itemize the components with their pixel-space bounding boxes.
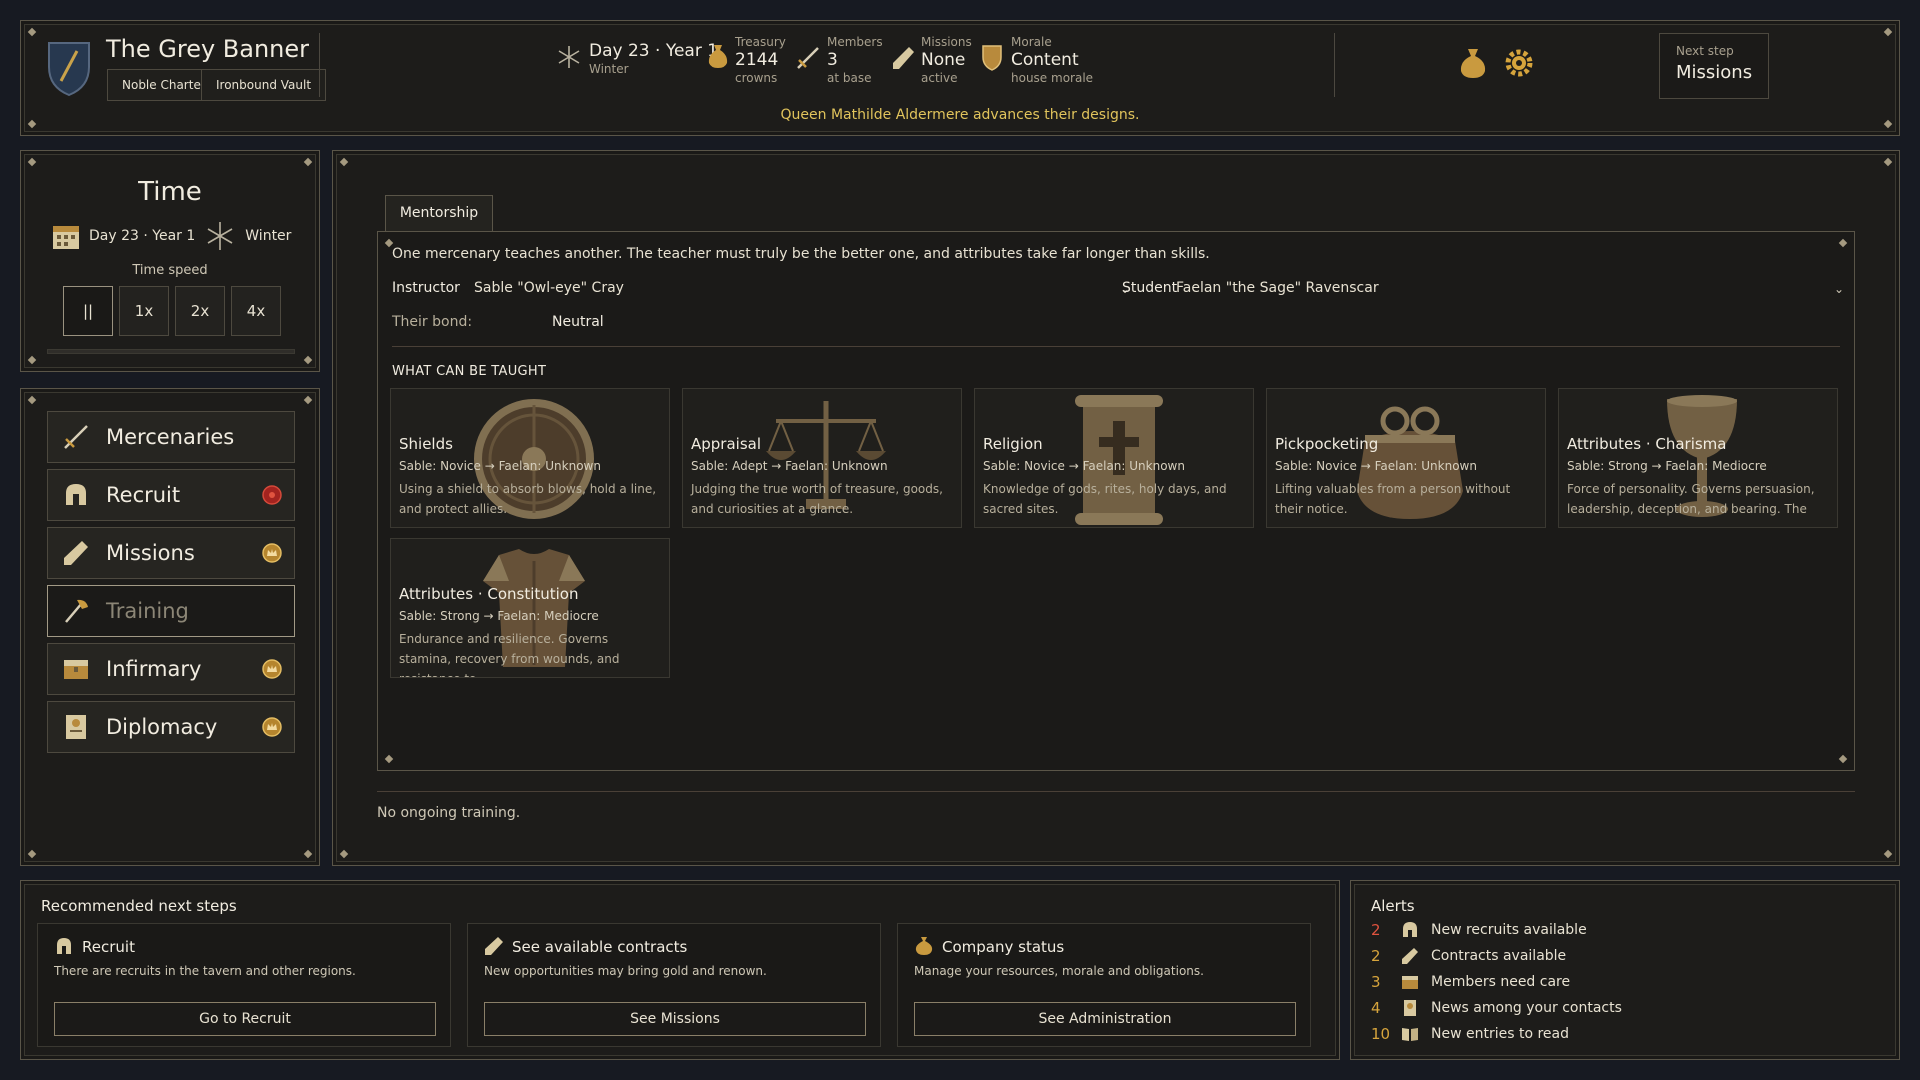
nav-panel: Mercenaries Recruit Missions Training In… <box>20 388 320 866</box>
bond-value: Neutral <box>552 314 604 330</box>
chevron-down-icon[interactable]: ⌄ <box>1834 282 1844 296</box>
scroll-icon <box>893 47 914 69</box>
alerts-title: Alerts <box>1371 897 1415 915</box>
main-panel: Mentorship One mercenary teaches another… <box>332 150 1900 866</box>
skill-card-shields[interactable]: Shields Sable: Novice → Faelan: Unknown … <box>390 388 670 528</box>
skill-card-religion[interactable]: Religion Sable: Novice → Faelan: Unknown… <box>974 388 1254 528</box>
tab-mentorship[interactable]: Mentorship <box>385 195 493 231</box>
nav-item-mercenaries[interactable]: Mercenaries <box>47 411 295 463</box>
announcement-text: Queen Mathilde Aldermere advances their … <box>780 107 1140 123</box>
book-icon <box>1402 1028 1418 1041</box>
nav-item-diplomacy[interactable]: Diplomacy <box>47 701 295 753</box>
top-bar: The Grey Banner Noble Charter Ironbound … <box>20 20 1900 136</box>
alert-badge-icon <box>262 485 282 505</box>
time-panel: Time Day 23 · Year 1 Winter Time speed |… <box>20 150 320 372</box>
nav-item-label: Infirmary <box>106 657 202 681</box>
speed-2x-button[interactable]: 2x <box>175 286 225 336</box>
sword-icon <box>797 47 819 69</box>
badge-ironbound-vault[interactable]: Ironbound Vault <box>201 69 327 101</box>
letter-icon <box>66 715 86 739</box>
speed-1x-button[interactable]: 1x <box>119 286 169 336</box>
scroll-icon <box>485 937 503 955</box>
no-training-text: No ongoing training. <box>377 805 521 821</box>
helmet-icon <box>57 938 71 954</box>
nav-item-label: Diplomacy <box>106 715 218 739</box>
calendar-icon <box>53 226 79 249</box>
skill-card-appraisal[interactable]: Appraisal Sable: Adept → Faelan: Unknown… <box>682 388 962 528</box>
time-date-row: Day 23 · Year 1 Winter <box>51 221 291 251</box>
see-missions-button[interactable]: See Missions <box>484 1002 866 1036</box>
skill-card-pickpocketing[interactable]: Pickpocketing Sable: Novice → Faelan: Un… <box>1266 388 1546 528</box>
gold-sack-icon[interactable] <box>1459 47 1487 79</box>
chest-icon <box>64 660 88 679</box>
notification-badge-icon <box>262 659 282 679</box>
rec-card-contracts: See available contracts New opportunitie… <box>467 923 881 1047</box>
coin-bag-icon <box>915 937 933 955</box>
recommended-title: Recommended next steps <box>41 897 237 915</box>
company-name: The Grey Banner <box>106 35 310 63</box>
nav-item-label: Missions <box>106 541 195 565</box>
skill-card-constitution[interactable]: Attributes · Constitution Sable: Strong … <box>390 538 670 678</box>
letter-icon <box>1404 1000 1416 1016</box>
rec-card-company-status: Company status Manage your resources, mo… <box>897 923 1311 1047</box>
student-select[interactable]: Faelan "the Sage" Ravenscar <box>1176 280 1379 296</box>
recommended-panel: Recommended next steps Recruit There are… <box>20 880 1340 1060</box>
nav-item-missions[interactable]: Missions <box>47 527 295 579</box>
alert-new-recruits[interactable]: 2 New recruits available <box>1371 921 1587 939</box>
speed-pause-button[interactable]: || <box>63 286 113 336</box>
morale-shield-icon <box>982 45 1002 71</box>
morale-stat: Morale Content house morale <box>1011 35 1094 85</box>
go-to-recruit-button[interactable]: Go to Recruit <box>54 1002 436 1036</box>
notification-badge-icon <box>262 717 282 737</box>
instructor-label: Instructor <box>392 280 460 296</box>
scroll-icon <box>64 541 88 565</box>
treasury-stat: Treasury 2144 crowns <box>735 35 786 85</box>
mentorship-content: One mercenary teaches another. The teach… <box>377 231 1855 771</box>
time-date: Day 23 · Year 1 <box>89 228 196 244</box>
time-progress-bar <box>47 349 295 354</box>
alert-news-contacts[interactable]: 4 News among your contacts <box>1371 999 1622 1017</box>
section-title: WHAT CAN BE TAUGHT <box>392 364 547 379</box>
skill-card-charisma[interactable]: Attributes · Charisma Sable: Strong → Fa… <box>1558 388 1838 528</box>
nav-item-training[interactable]: Training <box>47 585 295 637</box>
missions-stat: Missions None active <box>921 35 972 85</box>
rec-card-recruit: Recruit There are recruits in the tavern… <box>37 923 451 1047</box>
time-season: Winter <box>245 228 292 244</box>
nav-item-infirmary[interactable]: Infirmary <box>47 643 295 695</box>
nav-item-label: Recruit <box>106 483 181 507</box>
sword-icon <box>64 425 88 449</box>
nav-item-label: Mercenaries <box>106 425 235 449</box>
nav-item-label: Training <box>106 599 189 623</box>
mentorship-description: One mercenary teaches another. The teach… <box>392 246 1210 262</box>
coin-bag-icon <box>708 45 728 68</box>
time-title: Time <box>138 177 202 207</box>
instructor-select[interactable]: Sable "Owl-eye" Cray <box>474 280 624 296</box>
alerts-panel: Alerts 2 New recruits available 2 Contra… <box>1350 880 1900 1060</box>
shield-emblem-icon <box>48 42 90 97</box>
members-stat: Members 3 at base <box>827 35 883 85</box>
gear-icon[interactable] <box>1503 47 1535 79</box>
alert-new-entries[interactable]: 10 New entries to read <box>1371 1025 1569 1043</box>
scroll-icon <box>1402 948 1418 964</box>
helmet-icon <box>66 484 86 505</box>
snowflake-icon <box>207 222 233 250</box>
see-administration-button[interactable]: See Administration <box>914 1002 1296 1036</box>
axe-icon <box>65 599 88 623</box>
alert-contracts[interactable]: 2 Contracts available <box>1371 947 1566 965</box>
speed-4x-button[interactable]: 4x <box>231 286 281 336</box>
next-step-button[interactable]: Next step Missions <box>1659 33 1769 99</box>
time-speed-label: Time speed <box>132 263 208 278</box>
alert-members-care[interactable]: 3 Members need care <box>1371 973 1570 991</box>
bond-label: Their bond: <box>392 314 473 330</box>
nav-item-recruit[interactable]: Recruit <box>47 469 295 521</box>
date-stat: Day 23 · Year 1 Winter <box>589 41 719 76</box>
chest-icon <box>1402 976 1418 989</box>
notification-badge-icon <box>262 543 282 563</box>
helmet-icon <box>1403 922 1417 937</box>
snowflake-icon <box>558 46 580 68</box>
student-label: Student <box>1122 280 1178 296</box>
